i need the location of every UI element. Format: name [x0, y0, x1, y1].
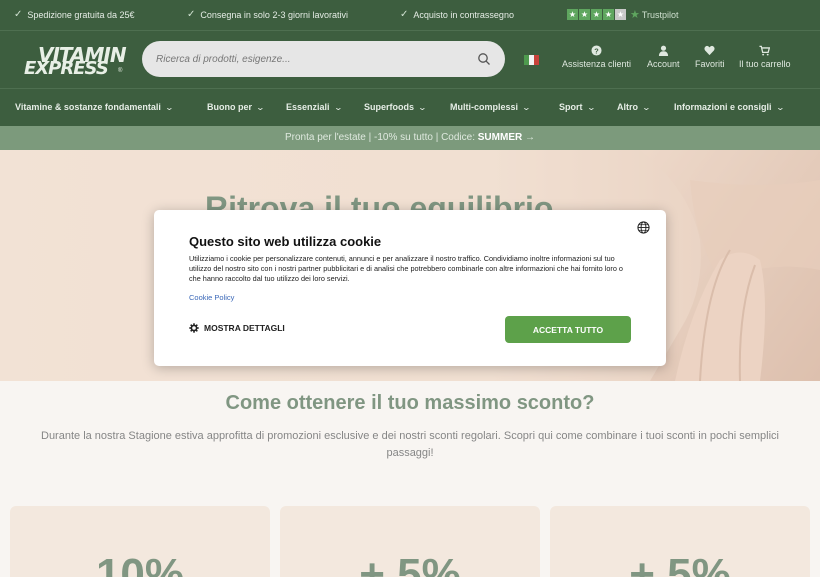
- trustpilot-logo: ★ Trustpilot: [630, 8, 679, 21]
- menu-item-multi-complessi[interactable]: Multi-complessi ⌄: [450, 102, 532, 112]
- check-icon: ✓: [187, 9, 196, 20]
- star-icon: ★: [603, 9, 614, 20]
- usp-delivery: ✓ Consegna in solo 2-3 giorni lavorativi: [187, 9, 348, 20]
- customer-service-link[interactable]: ? Assistenza clienti: [562, 45, 631, 69]
- customer-service-label: Assistenza clienti: [562, 59, 632, 69]
- search-bar: [142, 41, 505, 77]
- chevron-down-icon: ⌄: [255, 102, 266, 112]
- favorites-label: Favoriti: [695, 59, 725, 69]
- usp-text: Consegna in solo 2-3 giorni lavorativi: [200, 9, 348, 20]
- usp-cod: ✓ Acquisto in contrassegno: [400, 9, 514, 20]
- trustpilot-star-icon: ★: [630, 9, 640, 21]
- chevron-down-icon: ⌄: [586, 102, 596, 112]
- cart-label: Il tuo carrello: [739, 59, 791, 69]
- search-icon[interactable]: [477, 52, 491, 66]
- show-details-label: MOSTRA DETTAGLI: [204, 323, 285, 333]
- svg-text:?: ?: [594, 46, 599, 55]
- chevron-down-icon: ⌄: [641, 102, 652, 112]
- search-input[interactable]: [156, 53, 477, 65]
- usp-text: Acquisto in contrassegno: [413, 9, 514, 20]
- menu-item-buono-per[interactable]: Buono per ⌄: [207, 102, 266, 112]
- show-details-button[interactable]: MOSTRA DETTAGLI: [189, 323, 285, 333]
- cookie-consent-dialog: Questo sito web utilizza cookie Utilizzi…: [154, 210, 666, 366]
- gear-icon: [189, 323, 199, 333]
- heart-icon: [704, 45, 715, 56]
- cookie-policy-link[interactable]: Cookie Policy: [189, 293, 234, 302]
- cart-link[interactable]: Il tuo carrello: [739, 45, 791, 69]
- chevron-down-icon: ⌄: [521, 102, 532, 112]
- menu-item-info[interactable]: Informazioni e consigli ⌄: [674, 102, 785, 112]
- vitamin-express-logo[interactable]: VITAMIN EXPRESS ®: [24, 43, 127, 79]
- arrow-right-icon: →: [525, 132, 535, 143]
- check-icon: ✓: [14, 9, 23, 20]
- account-link[interactable]: Account: [647, 45, 680, 69]
- chevron-down-icon: ⌄: [333, 102, 343, 112]
- accept-all-button[interactable]: ACCETTA TUTTO: [505, 316, 631, 343]
- promo-code: SUMMER: [477, 132, 523, 143]
- italy-flag-icon[interactable]: [524, 55, 539, 65]
- cart-icon: [759, 45, 771, 56]
- globe-icon[interactable]: [637, 221, 650, 234]
- menu-item-essenziali[interactable]: Essenziali ⌄: [286, 102, 343, 112]
- star-icon: ★: [579, 9, 590, 20]
- category-menu: Vitamine & sostanze fondamentali ⌄ Buono …: [0, 88, 820, 126]
- user-icon: [658, 45, 668, 56]
- site-header: VITAMIN EXPRESS ® ? Assistenza clienti A…: [0, 30, 820, 88]
- menu-item-vitamine[interactable]: Vitamine & sostanze fondamentali ⌄: [15, 102, 174, 112]
- star-empty-icon: ★: [615, 9, 626, 20]
- usp-free-shipping: ✓ Spedizione gratuita da 25€: [14, 9, 134, 20]
- chevron-down-icon: ⌄: [164, 102, 174, 112]
- chevron-down-icon: ⌄: [775, 102, 785, 112]
- star-icon: ★: [591, 9, 602, 20]
- menu-item-superfoods[interactable]: Superfoods ⌄: [364, 102, 428, 112]
- check-icon: ✓: [400, 9, 409, 20]
- chevron-down-icon: ⌄: [417, 102, 428, 112]
- menu-item-sport[interactable]: Sport ⌄: [559, 102, 596, 112]
- star-icon: ★: [567, 9, 578, 20]
- cookie-title: Questo sito web utilizza cookie: [189, 234, 382, 249]
- promo-banner[interactable]: Pronta per l'estate | -10% su tutto | Co…: [0, 126, 820, 150]
- usp-bar: ✓ Spedizione gratuita da 25€ ✓ Consegna …: [0, 0, 820, 30]
- trustpilot-label: Trustpilot: [641, 9, 679, 20]
- help-icon: ?: [591, 45, 602, 56]
- cookie-body: Utilizziamo i cookie per personalizzare …: [189, 254, 623, 283]
- menu-item-altro[interactable]: Altro ⌄: [617, 102, 652, 112]
- favorites-link[interactable]: Favoriti: [695, 45, 725, 69]
- account-label: Account: [647, 59, 680, 69]
- promo-text: Pronta per l'estate | -10% su tutto | Co…: [285, 132, 478, 143]
- usp-text: Spedizione gratuita da 25€: [27, 9, 135, 20]
- trustpilot-widget[interactable]: ★ ★ ★ ★ ★ ★ Trustpilot: [567, 8, 679, 21]
- trustpilot-stars: ★ ★ ★ ★ ★: [567, 9, 626, 20]
